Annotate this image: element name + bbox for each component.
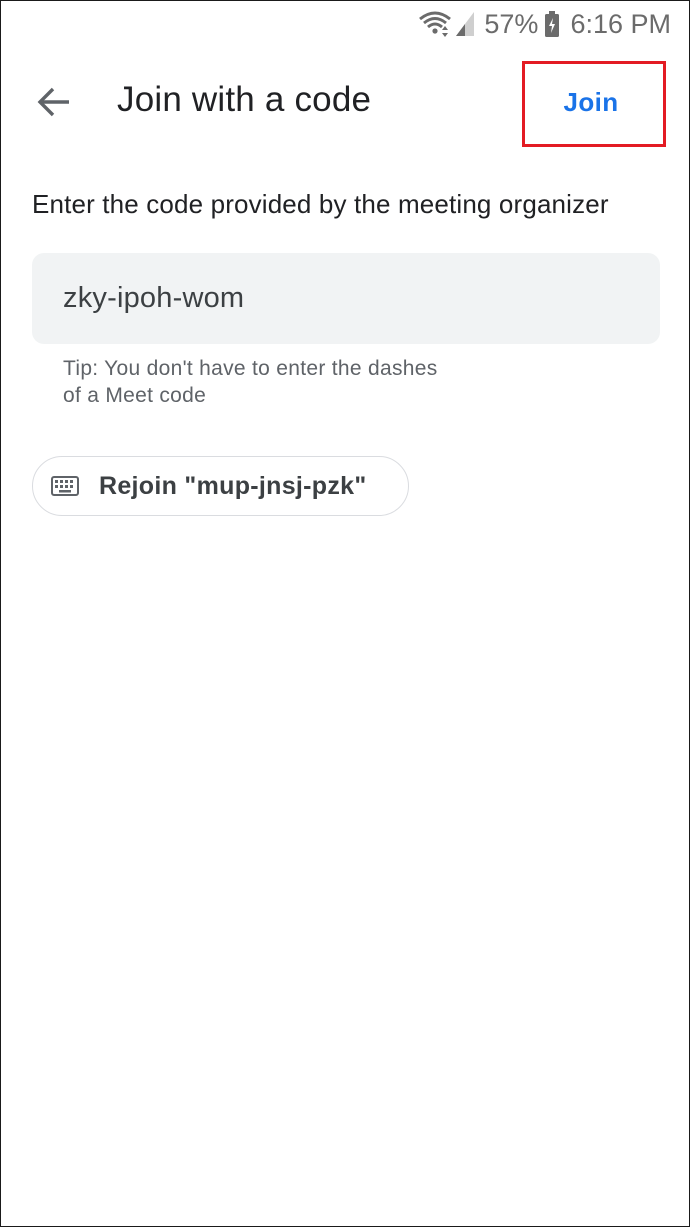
meeting-code-input[interactable] bbox=[63, 253, 643, 344]
battery-icon bbox=[544, 10, 560, 38]
screen: 57% 6:16 PM Join with a code Join Enter … bbox=[0, 0, 690, 1227]
keyboard-icon bbox=[51, 475, 79, 497]
back-button[interactable] bbox=[31, 79, 77, 125]
rejoin-label: Rejoin "mup-jnsj-pzk" bbox=[99, 471, 367, 500]
app-bar: Join with a code Join bbox=[1, 57, 689, 147]
instructions-text: Enter the code provided by the meeting o… bbox=[32, 189, 609, 219]
tip-line-1: Tip: You don't have to enter the dashes bbox=[63, 357, 438, 380]
code-field[interactable] bbox=[32, 253, 660, 344]
wifi-icon bbox=[418, 10, 452, 38]
battery-percent: 57% bbox=[484, 8, 539, 39]
arrow-back-icon bbox=[37, 87, 71, 117]
tip-line-2: of a Meet code bbox=[63, 384, 207, 407]
signal-icon bbox=[454, 10, 476, 38]
tip-text: Tip: You don't have to enter the dashes … bbox=[63, 355, 503, 409]
rejoin-chip[interactable]: Rejoin "mup-jnsj-pzk" bbox=[32, 456, 409, 516]
status-bar: 57% 6:16 PM bbox=[1, 1, 689, 47]
clock: 6:16 PM bbox=[570, 8, 671, 39]
status-icons: 57% 6:16 PM bbox=[418, 7, 671, 41]
page-title: Join with a code bbox=[117, 80, 372, 119]
join-button[interactable]: Join bbox=[543, 84, 639, 120]
